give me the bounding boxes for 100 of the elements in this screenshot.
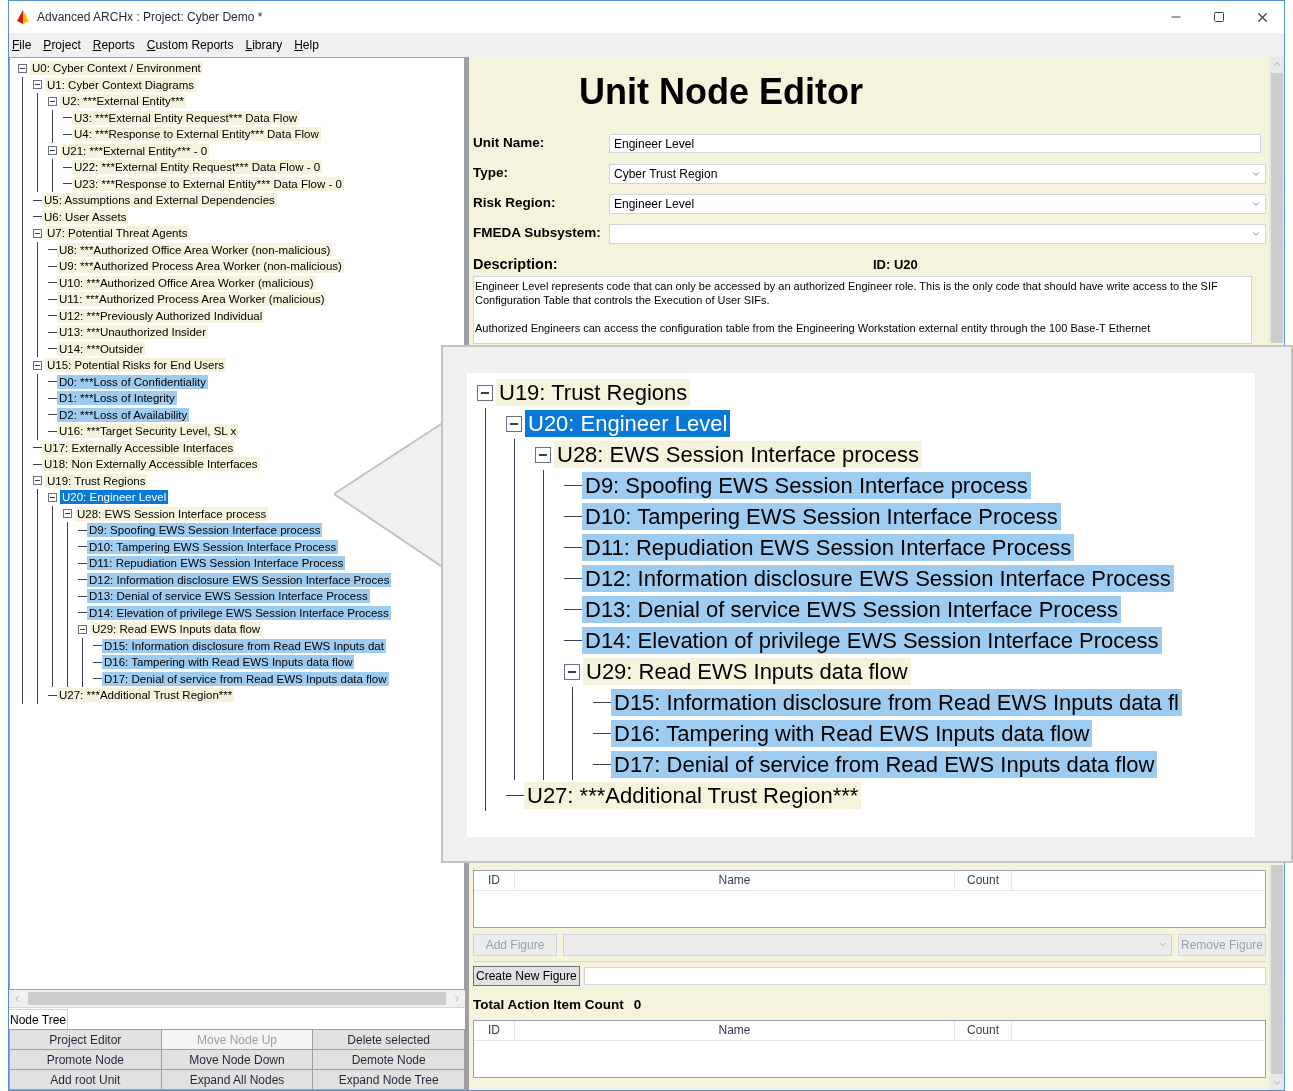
tree-item[interactable]: D14: Elevation of privilege EWS Session Interface Process [87,605,391,620]
tree-item[interactable]: U22: ***External Entity Request*** Data Flow - 0 [72,160,323,175]
scrollbar-thumb[interactable] [28,992,446,1005]
tree-item[interactable]: U28: EWS Session Interface process [554,440,922,469]
tree-item[interactable]: U15: Potential Risks for End Users [45,358,227,373]
tree-item[interactable]: D15: Information disclosure from Read EWS Inputs data fl [611,688,1182,717]
menu-item[interactable]: Reports [91,36,136,54]
tree-item[interactable]: U9: ***Authorized Process Area Worker (non-malicious) [57,259,344,274]
collapse-icon[interactable] [477,384,493,401]
tree-item[interactable]: D9: Spoofing EWS Session Interface process [582,471,1031,500]
tree-item[interactable]: U6: User Assets [42,209,129,224]
tree-item[interactable]: D16: Tampering with Read EWS Inputs data flow [102,655,355,670]
tree-item[interactable]: D13: Denial of service EWS Session Interface Process [582,595,1122,624]
collapse-icon[interactable] [535,446,551,463]
tree-item[interactable]: D14: Elevation of privilege EWS Session Interface Process [582,626,1162,655]
tree-button[interactable]: Promote Node [10,1050,161,1069]
menu-item[interactable]: File [11,36,33,54]
tree-button[interactable]: Move Node Down [161,1050,313,1069]
tree-item[interactable]: U29: Read EWS Inputs data flow [583,657,911,686]
tree-item[interactable]: U17: Externally Accessible Interfaces [42,440,236,455]
collapse-icon[interactable] [506,415,522,432]
tree-item[interactable]: U2: ***External Entity*** [60,94,187,109]
collapse-icon[interactable] [48,146,57,156]
tree-item[interactable]: D12: Information disclosure EWS Session Interface Process [582,564,1174,593]
figure-name-field[interactable] [583,967,1266,985]
tree-item[interactable]: U20: Engineer Level [60,490,169,505]
collapse-icon[interactable] [33,228,42,238]
tree-item[interactable]: U27: ***Additional Trust Region*** [57,688,235,703]
collapse-icon[interactable] [564,663,580,680]
column-header[interactable]: Name [514,871,954,890]
vertical-scrollbar[interactable] [1269,57,1284,343]
tree-item[interactable]: U23: ***Response to External Entity*** Data Flow - 0 [72,176,344,191]
description-field[interactable] [473,276,1252,344]
menu-item[interactable]: Library [244,36,284,54]
tree-item[interactable]: U18: Non Externally Accessible Interfaces [42,457,260,472]
tree-item[interactable]: U19: Trust Regions [45,473,148,488]
menu-item[interactable]: Custom Reports [145,36,235,54]
tree-button[interactable]: Project Editor [10,1030,161,1049]
tree-item[interactable]: U16: ***Target Security Level, SL x [57,424,239,439]
dropdown-field[interactable]: Cyber Trust Region [609,163,1266,184]
tree-button[interactable]: Delete selected [313,1030,464,1049]
column-header[interactable]: Name [514,1021,954,1040]
tree-item[interactable]: D11: Repudiation EWS Session Interface Process [87,556,346,571]
tree-item[interactable]: U14: ***Outsider [57,341,146,356]
tree-item[interactable]: U27: ***Additional Trust Region*** [524,781,862,810]
vertical-scrollbar[interactable] [1269,865,1284,1090]
tree-item[interactable]: D2: ***Loss of Availability [57,407,190,422]
tree-item[interactable]: U5: Assumptions and External Dependencies [42,193,277,208]
text-field[interactable]: Engineer Level [609,134,1261,153]
horizontal-scrollbar[interactable] [9,990,465,1007]
tree-button[interactable]: Expand All Nodes [161,1070,313,1089]
tree-item[interactable]: D10: Tampering EWS Session Interface Process [582,502,1061,531]
tree-item[interactable]: U29: Read EWS Inputs data flow [90,622,263,637]
tree-item[interactable]: D13: Denial of service EWS Session Interface Process [87,589,370,604]
collapse-icon[interactable] [78,624,87,634]
tree-button[interactable]: Add root Unit [10,1070,161,1089]
maximize-icon[interactable] [1213,11,1225,23]
collapse-icon[interactable] [33,360,42,370]
tree-item[interactable]: U21: ***External Entity*** - 0 [60,143,210,158]
tree-item[interactable]: U0: Cyber Context / Environment [30,61,203,76]
tree-item[interactable]: D11: Repudiation EWS Session Interface Process [582,533,1075,562]
menu-item[interactable]: Help [293,36,320,54]
tree-item[interactable]: D16: Tampering with Read EWS Inputs data flow [611,719,1093,748]
scrollbar-thumb[interactable] [1270,73,1283,343]
tab[interactable]: Node Tree [9,1009,69,1029]
tree-item[interactable]: U19: Trust Regions [496,378,691,407]
tree-item[interactable]: D15: Information disclosure from Read EWS Inputs dat [102,638,386,653]
tree-item[interactable]: U3: ***External Entity Request*** Data Flow [72,110,300,125]
column-header[interactable]: Count [954,871,1012,890]
tree-item[interactable]: U20: Engineer Level [525,409,731,438]
create-figure-button[interactable]: Create New Figure [473,966,580,986]
column-header[interactable]: ID [474,871,514,890]
collapse-icon[interactable] [33,476,42,486]
collapse-icon[interactable] [33,80,42,90]
menu-item[interactable]: Project [42,36,82,54]
tree-item[interactable]: D17: Denial of service from Read EWS Inputs data flow [102,671,389,686]
tree-button[interactable]: Demote Node [313,1050,464,1069]
tree-item[interactable]: U11: ***Authorized Process Area Worker (malicious) [57,292,327,307]
tree-item[interactable]: U7: Potential Threat Agents [45,226,190,241]
scrollbar-thumb[interactable] [1270,865,1283,1074]
collapse-icon[interactable] [48,96,57,106]
collapse-icon[interactable] [63,509,72,519]
collapse-icon[interactable] [48,492,57,502]
tree-item[interactable]: U10: ***Authorized Office Area Worker (malicious) [57,275,316,290]
tree-item[interactable]: D9: Spoofing EWS Session Interface process [87,523,323,538]
column-header[interactable]: ID [474,1021,514,1040]
tree-item[interactable]: U28: EWS Session Interface process [75,506,269,521]
collapse-icon[interactable] [18,63,27,73]
tree-item[interactable]: U8: ***Authorized Office Area Worker (non-malicious) [57,242,333,257]
dropdown-field[interactable] [609,223,1266,244]
column-header[interactable]: Count [954,1021,1012,1040]
tree-item[interactable]: U1: Cyber Context Diagrams [45,77,196,92]
tree-item[interactable]: D1: ***Loss of Integrity [57,391,177,406]
dropdown-field[interactable]: Engineer Level [609,193,1266,214]
tree-item[interactable]: U13: ***Unauthorized Insider [57,325,209,340]
tree-item[interactable]: D17: Denial of service from Read EWS Inputs data flow [611,750,1158,779]
tree-item[interactable]: D12: Information disclosure EWS Session Interface Proces [87,572,392,587]
tree-item[interactable]: D10: Tampering EWS Session Interface Process [87,539,339,554]
tree-item[interactable]: U12: ***Previously Authorized Individual [57,308,265,323]
tree-item[interactable]: U4: ***Response to External Entity*** Data Flow [72,127,321,142]
